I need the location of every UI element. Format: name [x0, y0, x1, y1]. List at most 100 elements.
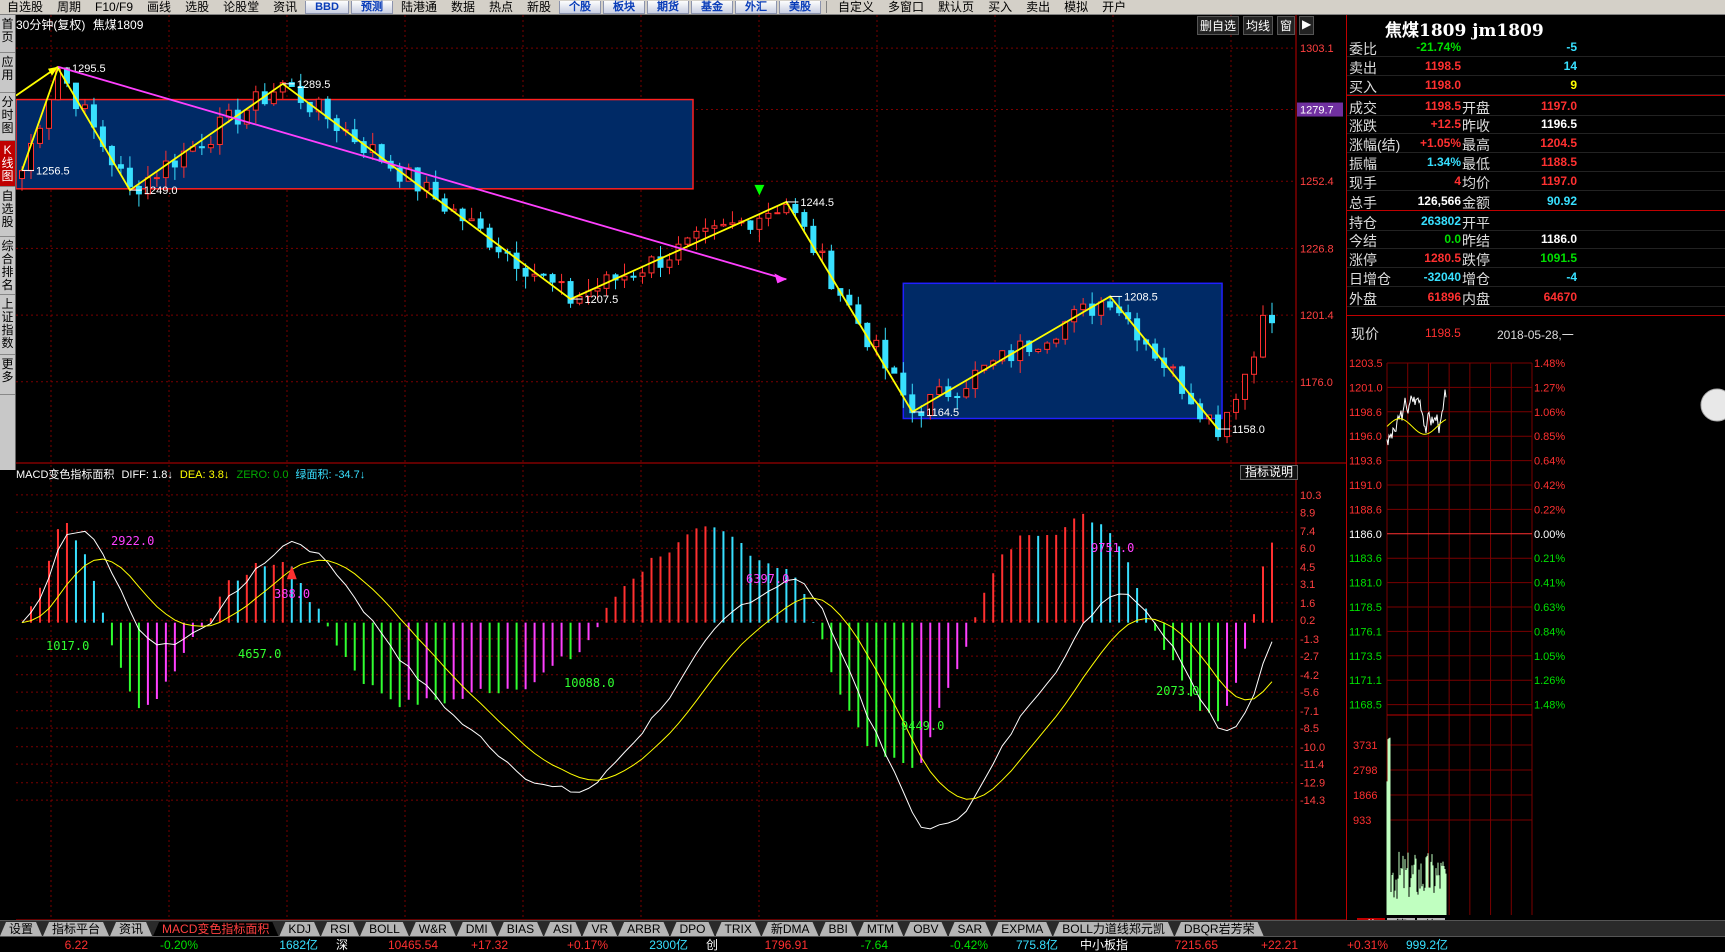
status-item: +0.17%: [566, 937, 608, 952]
indicator-tab-18[interactable]: OBV: [904, 922, 947, 936]
indicator-tab-11[interactable]: VR: [582, 922, 617, 936]
indicator-tab-13[interactable]: DPO: [670, 922, 714, 936]
indicator-name[interactable]: MACD变色指标面积: [16, 469, 114, 481]
intraday-pct-tick: 0.63%: [1534, 602, 1565, 614]
quote-row: 买入 1198.0 9: [1347, 75, 1725, 96]
candle-body: [19, 170, 25, 180]
menu-item-1[interactable]: 周期: [50, 0, 88, 14]
ma-button[interactable]: 均线: [1243, 16, 1274, 35]
expand-icon[interactable]: ▶: [1299, 16, 1315, 35]
quote-value: 1204.5: [1540, 136, 1577, 150]
macd-tick-label: -8.5: [1300, 723, 1319, 735]
left-nav-0[interactable]: 首页: [0, 15, 15, 53]
intraday-avg-line: [1386, 418, 1447, 435]
menu-item-6[interactable]: 资讯: [266, 0, 304, 14]
menu-item3-0[interactable]: 自定义: [831, 0, 881, 14]
now-price-row: 现价 1198.5 2018-05-28,一: [1347, 315, 1725, 356]
menu-item3-2[interactable]: 默认页: [931, 0, 981, 14]
candle-body: [666, 259, 673, 268]
market-button-0[interactable]: 个股: [559, 0, 602, 14]
indicator-tab-15[interactable]: 新DMA: [762, 922, 819, 936]
menu-item3-4[interactable]: 卖出: [1019, 0, 1057, 14]
left-nav-1[interactable]: 应用: [0, 53, 15, 93]
indicator-tab-9[interactable]: BIAS: [498, 922, 543, 936]
menu-item-5[interactable]: 论股堂: [216, 0, 266, 14]
menu-item3-1[interactable]: 多窗口: [881, 0, 931, 14]
intraday-price-tick: 1173.5: [1349, 651, 1382, 663]
market-button-2[interactable]: 期货: [647, 0, 690, 14]
indicator-tab-12[interactable]: ARBR: [618, 922, 669, 936]
menu-item2-3[interactable]: 新股: [520, 0, 558, 14]
candle-body: [288, 82, 295, 87]
menu-item2-0[interactable]: 陆港通: [394, 0, 444, 14]
indicator-tab-0[interactable]: 设置: [0, 922, 42, 936]
candle-body: [729, 222, 736, 225]
quote-row: 成交 1198.5 开盘 1197.0: [1347, 94, 1725, 116]
left-nav-5[interactable]: 综合排名: [0, 237, 15, 295]
menu-item-4[interactable]: 选股: [178, 0, 216, 14]
left-nav-3[interactable]: K线图: [0, 141, 15, 187]
market-button-1[interactable]: 板块: [603, 0, 646, 14]
menu-button-1[interactable]: 预测: [350, 0, 393, 14]
status-item: 1796.91: [764, 937, 808, 952]
volume-tick: 3731: [1353, 740, 1377, 752]
menu-button-0[interactable]: BBD: [305, 0, 349, 14]
menu-item-2[interactable]: F10/F9: [88, 0, 140, 14]
left-nav-4[interactable]: 自选股: [0, 187, 15, 237]
indicator-tab-10[interactable]: ASI: [544, 922, 581, 936]
indicator-tab-6[interactable]: BOLL: [360, 922, 409, 936]
window-button[interactable]: 窗: [1277, 16, 1296, 35]
pivot-label: 1244.5: [800, 197, 834, 209]
market-button-5[interactable]: 美股: [779, 0, 822, 14]
chart-area: 1303.11279.71252.41226.81201.41176.01279…: [16, 15, 1346, 933]
menu-item3-3[interactable]: 买入: [981, 0, 1019, 14]
menu-item-3[interactable]: 画线: [140, 0, 178, 14]
macd-tick-label: -11.4: [1300, 759, 1324, 771]
status-item: 中小板指: [1079, 938, 1128, 952]
menu-item3-6[interactable]: 开户: [1095, 0, 1133, 14]
intraday-chart[interactable]: 1203.5 1.48% 1201.0 1.27% 1198.6 1.06% 1196.0 0…: [1347, 355, 1725, 925]
indicator-tab-1[interactable]: 指标平台: [43, 922, 109, 936]
dea-line: [21, 558, 1273, 800]
macd-tick-label: 4.5: [1300, 562, 1315, 574]
candle-body: [1053, 338, 1060, 344]
candle-body: [198, 146, 205, 149]
market-button-4[interactable]: 外汇: [735, 0, 778, 14]
indicator-tab-8[interactable]: DMI: [457, 922, 497, 936]
quote-value: 1198.5: [1424, 59, 1461, 74]
intraday-pct-tick: 0.41%: [1534, 578, 1565, 590]
indicator-tab-2[interactable]: 资讯: [110, 922, 152, 936]
indicator-tab-21[interactable]: BOLL力道线郑元凯: [1053, 922, 1174, 936]
indicator-tab-7[interactable]: W&R: [410, 922, 456, 936]
left-nav-7[interactable]: 更多: [0, 355, 15, 395]
indicator-help-button[interactable]: 指标说明: [1240, 465, 1299, 480]
indicator-tab-5[interactable]: RSI: [321, 922, 359, 936]
indicator-tab-4[interactable]: KDJ: [279, 922, 320, 936]
quote-value: 1280.5: [1424, 251, 1461, 266]
indicator-tab-19[interactable]: SAR: [949, 922, 992, 936]
intraday-price-tick: 1191.0: [1349, 480, 1382, 492]
remove-favorite-button[interactable]: 删自选: [1197, 16, 1240, 35]
menu-item2-1[interactable]: 数据: [444, 0, 482, 14]
quote-value: 90.92: [1546, 193, 1577, 208]
indicator-tab-14[interactable]: TRIX: [716, 922, 761, 936]
indicator-tab-16[interactable]: BBI: [820, 922, 857, 936]
menu-item3-5[interactable]: 模拟: [1057, 0, 1095, 14]
indicator-tab-20[interactable]: EXPMA: [992, 922, 1052, 936]
indicator-tab-3[interactable]: MACD变色指标面积: [153, 922, 278, 936]
indicator-tab-17[interactable]: MTM: [858, 922, 903, 936]
indicator-tab-22[interactable]: DBQR岩芳荣: [1175, 922, 1264, 936]
macd-area-label: 10088.0: [564, 676, 615, 690]
macd-tick-label: -12.9: [1300, 778, 1325, 790]
candle-body: [36, 127, 43, 144]
quote-panel: 焦煤1809 jm1809 委比 -21.74% -5 卖出 1198.5 14 买入 119…: [1346, 15, 1725, 933]
left-nav-6[interactable]: 上证指数: [0, 295, 15, 355]
pivot-label: 1289.5: [297, 79, 331, 91]
left-nav-2[interactable]: 分时图: [0, 93, 15, 141]
market-button-3[interactable]: 基金: [691, 0, 734, 14]
menu-item2-2[interactable]: 热点: [482, 0, 520, 14]
menu-item-0[interactable]: 自选股: [0, 0, 50, 14]
quote-value: 14: [1563, 59, 1577, 74]
candle-body: [720, 223, 727, 227]
dea-value: 3.8: [208, 469, 224, 481]
